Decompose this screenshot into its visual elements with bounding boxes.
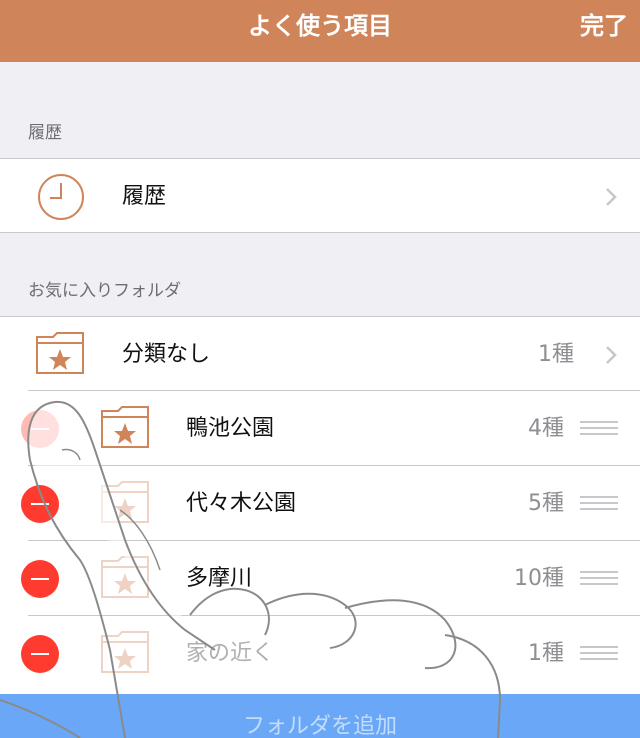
folder-count: 4種 (528, 416, 564, 441)
history-row-label: 履歴 (122, 184, 167, 209)
folder-count: 5種 (528, 491, 564, 516)
folder-row-unclassified[interactable]: 分類なし 1種 (0, 316, 640, 391)
reorder-handle-icon[interactable] (580, 646, 618, 662)
reorder-handle-icon[interactable] (580, 421, 618, 437)
folder-row[interactable]: 多摩川 10種 (0, 541, 640, 616)
navigation-bar: よく使う項目 完了 (0, 0, 640, 62)
done-button[interactable]: 完了 (580, 10, 628, 42)
delete-button[interactable] (21, 485, 59, 523)
folder-count: 1種 (538, 342, 574, 367)
delete-button[interactable] (21, 560, 59, 598)
delete-button[interactable] (21, 410, 59, 448)
chevron-right-icon (606, 346, 617, 364)
add-folder-label: フォルダを追加 (242, 714, 397, 738)
folder-label: 鴨池公園 (186, 416, 275, 441)
history-section-header: 履歴 (28, 123, 62, 143)
history-row[interactable]: 履歴 (0, 158, 640, 233)
folder-label: 多摩川 (186, 566, 253, 591)
star-folder-icon (101, 556, 149, 598)
star-folder-icon (101, 481, 149, 523)
folder-label: 家の近く (186, 641, 275, 666)
folder-label: 代々木公園 (186, 491, 297, 516)
reorder-handle-icon[interactable] (580, 496, 618, 512)
folder-row[interactable]: 鴨池公園 4種 (0, 391, 640, 466)
star-folder-icon (101, 406, 149, 448)
add-folder-button[interactable]: フォルダを追加 (0, 694, 640, 738)
chevron-right-icon (606, 188, 617, 206)
folder-row[interactable]: 家の近く 1種 (0, 616, 640, 694)
page-title: よく使う項目 (248, 12, 392, 40)
star-folder-icon (101, 631, 149, 673)
favorites-section-header: お気に入りフォルダ (28, 281, 181, 301)
delete-button[interactable] (21, 635, 59, 673)
reorder-handle-icon[interactable] (580, 571, 618, 587)
folder-row[interactable]: 代々木公園 5種 (0, 466, 640, 541)
folder-count: 1種 (528, 641, 564, 666)
folder-count: 10種 (514, 566, 564, 591)
clock-icon (38, 174, 84, 220)
star-folder-icon (36, 332, 84, 374)
folder-label: 分類なし (122, 342, 211, 367)
